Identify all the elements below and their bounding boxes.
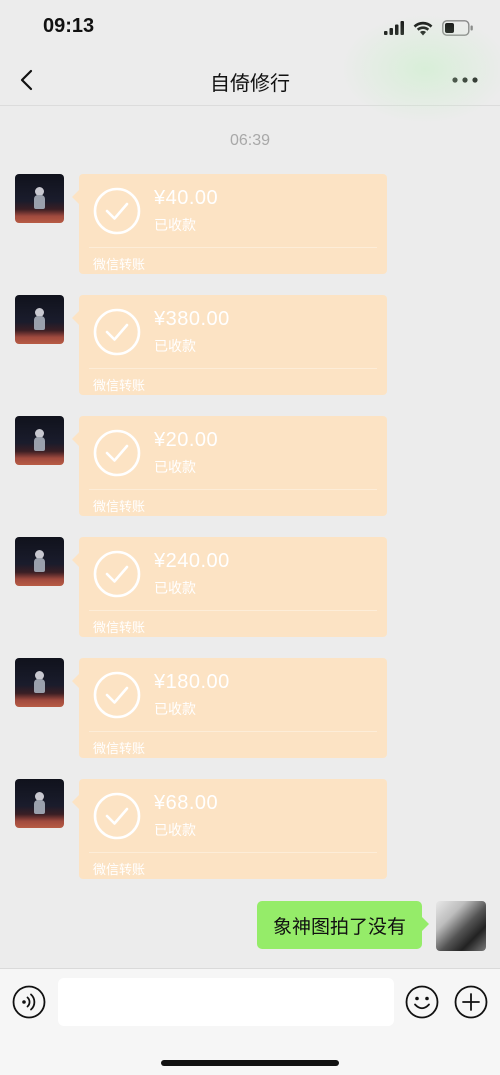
- check-circle-icon: [93, 187, 141, 235]
- check-circle-icon: [93, 308, 141, 356]
- contact-avatar[interactable]: [15, 537, 64, 586]
- transfer-amount: ¥20.00: [154, 429, 219, 451]
- transfer-amount: ¥68.00: [154, 792, 219, 814]
- transfer-card[interactable]: ¥68.00 已收款 微信转账: [72, 779, 387, 879]
- transfer-status: 已收款: [154, 218, 196, 234]
- transfer-amount: ¥180.00: [154, 671, 230, 693]
- card-divider: [89, 247, 377, 248]
- more-dots-icon[interactable]: [450, 68, 480, 92]
- transfer-message: ¥20.00 已收款 微信转账: [0, 416, 500, 516]
- transfer-card[interactable]: ¥40.00 已收款 微信转账: [72, 174, 387, 274]
- chat-header: 自倚修行: [0, 14, 500, 124]
- transfer-footer: 微信转账: [93, 500, 146, 515]
- transfer-message: ¥180.00 已收款 微信转账: [0, 658, 500, 758]
- transfer-status: 已收款: [154, 581, 196, 597]
- contact-avatar[interactable]: [15, 295, 64, 344]
- contact-avatar[interactable]: [15, 416, 64, 465]
- chat-title: 自倚修行: [210, 71, 290, 95]
- check-circle-icon: [93, 550, 141, 598]
- outgoing-message: 象神图拍了没有: [0, 901, 500, 951]
- input-bar: [0, 968, 500, 1075]
- my-avatar[interactable]: [436, 901, 486, 951]
- plus-icon[interactable]: [454, 985, 488, 1019]
- transfer-amount: ¥40.00: [154, 187, 219, 209]
- transfer-status: 已收款: [154, 460, 196, 476]
- emoji-icon[interactable]: [405, 985, 439, 1019]
- transfer-footer: 微信转账: [93, 379, 146, 394]
- card-divider: [89, 610, 377, 611]
- transfer-status: 已收款: [154, 823, 196, 839]
- status-time: 09:13: [43, 15, 95, 37]
- check-circle-icon: [93, 792, 141, 840]
- transfer-message: ¥68.00 已收款 微信转账: [0, 779, 500, 879]
- message-input[interactable]: [58, 978, 394, 1026]
- chat-area[interactable]: 06:39 ¥40.00 已收款 微信转账 ¥380.00 已收款 微信转账 ¥…: [0, 106, 500, 968]
- voice-icon[interactable]: [12, 985, 46, 1019]
- status-bar: 09:13: [0, 0, 500, 54]
- battery-icon: [442, 20, 473, 36]
- transfer-card[interactable]: ¥380.00 已收款 微信转账: [72, 295, 387, 395]
- transfer-message: ¥380.00 已收款 微信转账: [0, 295, 500, 395]
- transfer-footer: 微信转账: [93, 742, 146, 757]
- card-divider: [89, 489, 377, 490]
- outgoing-bubble[interactable]: 象神图拍了没有: [256, 901, 430, 949]
- contact-avatar[interactable]: [15, 658, 64, 707]
- message-timestamp: 06:39: [229, 132, 271, 149]
- transfer-card[interactable]: ¥240.00 已收款 微信转账: [72, 537, 387, 637]
- card-divider: [89, 731, 377, 732]
- signal-icon: [384, 21, 404, 35]
- wifi-icon: [413, 21, 433, 35]
- transfer-status: 已收款: [154, 702, 196, 718]
- transfer-card[interactable]: ¥180.00 已收款 微信转账: [72, 658, 387, 758]
- home-indicator[interactable]: [161, 1060, 339, 1066]
- contact-avatar[interactable]: [15, 174, 64, 223]
- transfer-footer: 微信转账: [93, 621, 146, 636]
- card-divider: [89, 852, 377, 853]
- transfer-message: ¥240.00 已收款 微信转账: [0, 537, 500, 637]
- transfer-footer: 微信转账: [93, 863, 146, 878]
- transfer-amount: ¥380.00: [154, 308, 230, 330]
- transfer-footer: 微信转账: [93, 258, 146, 273]
- card-divider: [89, 368, 377, 369]
- transfer-amount: ¥240.00: [154, 550, 230, 572]
- transfer-card[interactable]: ¥20.00 已收款 微信转账: [72, 416, 387, 516]
- status-icons: [384, 18, 474, 38]
- contact-avatar[interactable]: [15, 779, 64, 828]
- transfer-status: 已收款: [154, 339, 196, 355]
- check-circle-icon: [93, 429, 141, 477]
- check-circle-icon: [93, 671, 141, 719]
- transfer-message: ¥40.00 已收款 微信转账: [0, 174, 500, 274]
